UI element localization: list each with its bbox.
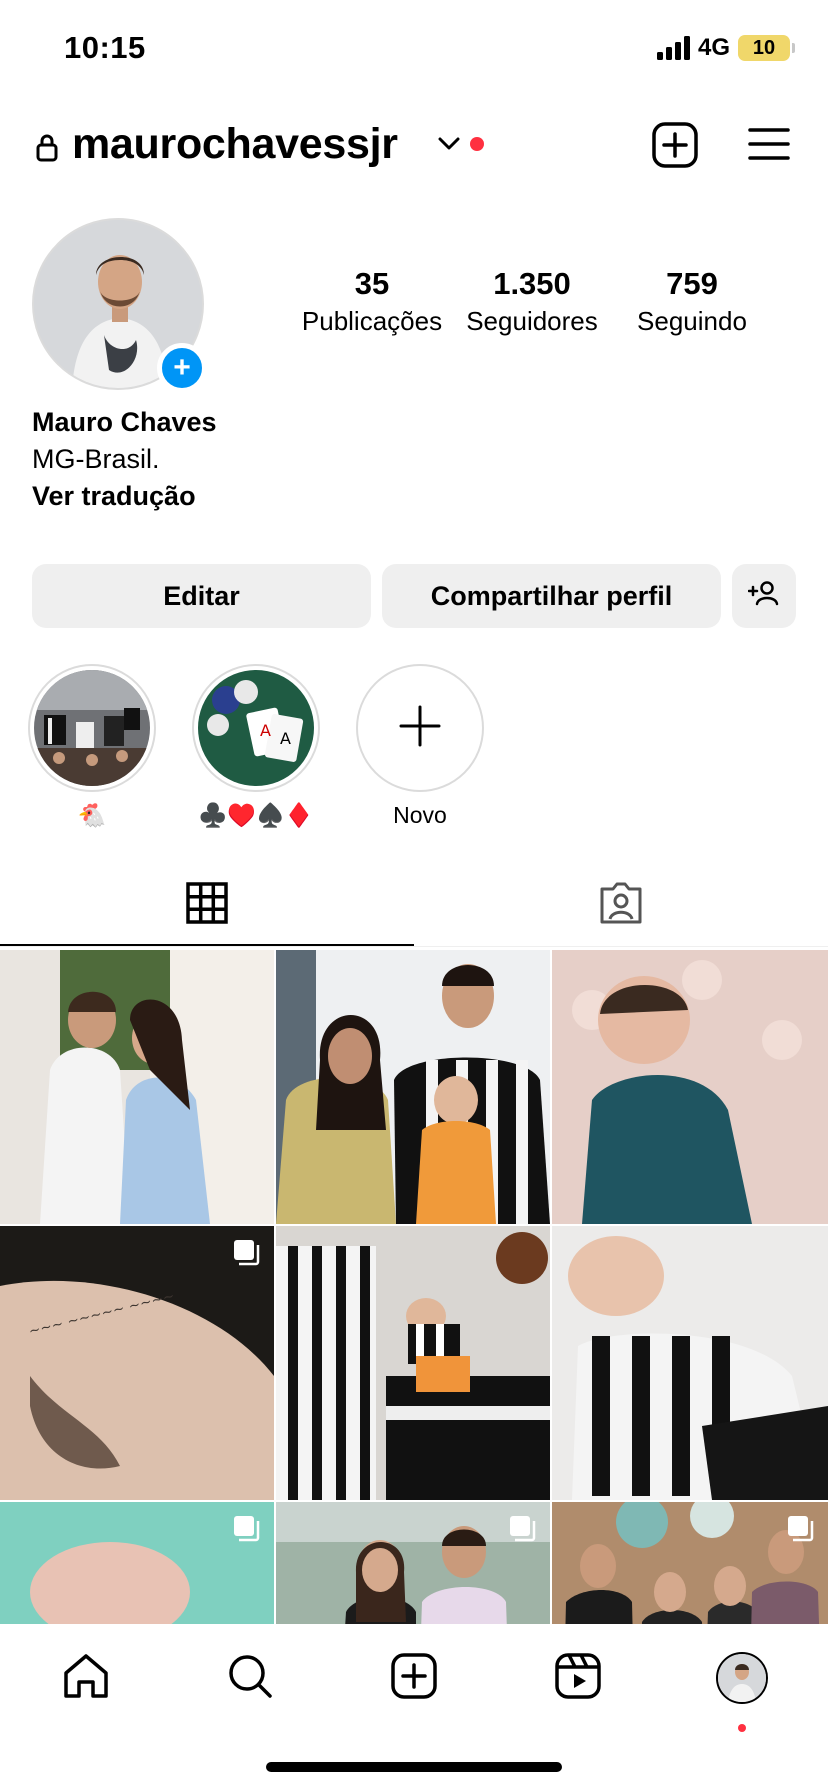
highlight-ring	[356, 664, 484, 792]
network-type: 4G	[697, 34, 730, 61]
highlight-cover: A A	[198, 670, 314, 786]
status-bar: 10:15 4G 10	[0, 0, 828, 100]
search-icon	[227, 1653, 273, 1704]
nav-create[interactable]	[384, 1648, 444, 1708]
nav-search[interactable]	[220, 1648, 280, 1708]
highlight-item[interactable]: 🐔	[28, 664, 156, 829]
post-thumbnail[interactable]	[0, 950, 274, 1224]
add-person-icon	[747, 580, 780, 613]
tagged-person-icon	[598, 881, 644, 930]
share-profile-button[interactable]: Compartilhar perfil	[382, 564, 721, 628]
plus-square-icon	[391, 1652, 437, 1704]
highlight-ring: A A	[192, 664, 320, 792]
multiple-photos-icon	[786, 1514, 816, 1549]
profile-header: maurochavessjr	[0, 112, 828, 182]
edit-profile-label: Editar	[163, 580, 240, 611]
lock-icon	[36, 134, 58, 167]
post-thumbnail[interactable]	[276, 1226, 550, 1500]
notification-dot	[470, 137, 484, 151]
home-indicator[interactable]	[266, 1762, 562, 1772]
new-highlight-button[interactable]: Novo	[356, 664, 484, 829]
grid-icon	[186, 881, 228, 929]
battery-icon: 10	[738, 35, 795, 61]
followers-count: 1.350	[493, 266, 571, 301]
edit-profile-button[interactable]: Editar	[32, 564, 371, 628]
profile-tabs	[0, 860, 828, 950]
share-profile-label: Compartilhar perfil	[430, 580, 673, 611]
highlight-cover	[34, 670, 150, 786]
post-thumbnail[interactable]	[276, 1502, 550, 1624]
post-thumbnail[interactable]	[0, 1502, 274, 1624]
following-count: 759	[666, 266, 718, 301]
battery-level: 10	[752, 36, 776, 59]
posts-grid: ~~~ ~~~~~ ~~~~	[0, 950, 828, 1624]
discover-people-button[interactable]	[732, 564, 796, 628]
plus-icon	[398, 704, 442, 753]
username[interactable]: maurochavessjr	[72, 120, 398, 169]
notification-dot	[738, 1724, 746, 1732]
post-thumbnail[interactable]	[552, 950, 828, 1224]
following-label: Seguindo	[637, 306, 747, 336]
plus-square-icon[interactable]	[652, 122, 698, 173]
svg-text:A: A	[280, 729, 291, 748]
stat-followers[interactable]: 1.350 Seguidores	[452, 266, 612, 337]
status-time: 10:15	[64, 30, 146, 65]
nav-home[interactable]	[56, 1648, 116, 1708]
nav-reels[interactable]	[548, 1648, 608, 1708]
see-translation-link[interactable]: Ver tradução	[32, 478, 217, 515]
highlight-label: 🐔	[77, 802, 107, 828]
chevron-down-icon[interactable]	[438, 136, 460, 157]
svg-text:A: A	[260, 721, 271, 740]
display-name: Mauro Chaves	[32, 407, 217, 437]
hamburger-icon[interactable]	[748, 126, 790, 167]
stat-posts[interactable]: 35 Publicações	[292, 266, 452, 337]
home-icon	[62, 1653, 110, 1704]
tab-tagged[interactable]	[414, 860, 828, 950]
posts-count: 35	[354, 266, 390, 301]
add-story-icon[interactable]: +	[157, 343, 207, 393]
bio-location: MG-Brasil.	[32, 444, 160, 474]
highlight-ring	[28, 664, 156, 792]
highlight-label: ♣️♥️♠️♦️	[198, 802, 314, 828]
stat-following[interactable]: 759 Seguindo	[612, 266, 772, 337]
multiple-photos-icon	[232, 1238, 262, 1273]
followers-label: Seguidores	[466, 306, 598, 336]
post-thumbnail[interactable]	[276, 950, 550, 1224]
reels-icon	[555, 1652, 601, 1704]
profile-bio: Mauro Chaves MG-Brasil. Ver tradução	[32, 404, 217, 515]
nav-profile[interactable]	[712, 1648, 772, 1708]
post-thumbnail[interactable]: ~~~ ~~~~~ ~~~~	[0, 1226, 274, 1500]
post-thumbnail[interactable]	[552, 1502, 828, 1624]
multiple-photos-icon	[508, 1514, 538, 1549]
post-thumbnail[interactable]	[552, 1226, 828, 1500]
highlight-item[interactable]: A A ♣️♥️♠️♦️	[192, 664, 320, 829]
signal-icon	[656, 36, 690, 60]
status-indicators: 4G 10	[656, 34, 795, 62]
avatar	[716, 1652, 768, 1704]
posts-label: Publicações	[301, 306, 443, 336]
multiple-photos-icon	[232, 1514, 262, 1549]
tab-grid[interactable]	[0, 860, 414, 950]
tabs-divider	[0, 946, 828, 947]
highlight-label: Novo	[393, 802, 447, 828]
